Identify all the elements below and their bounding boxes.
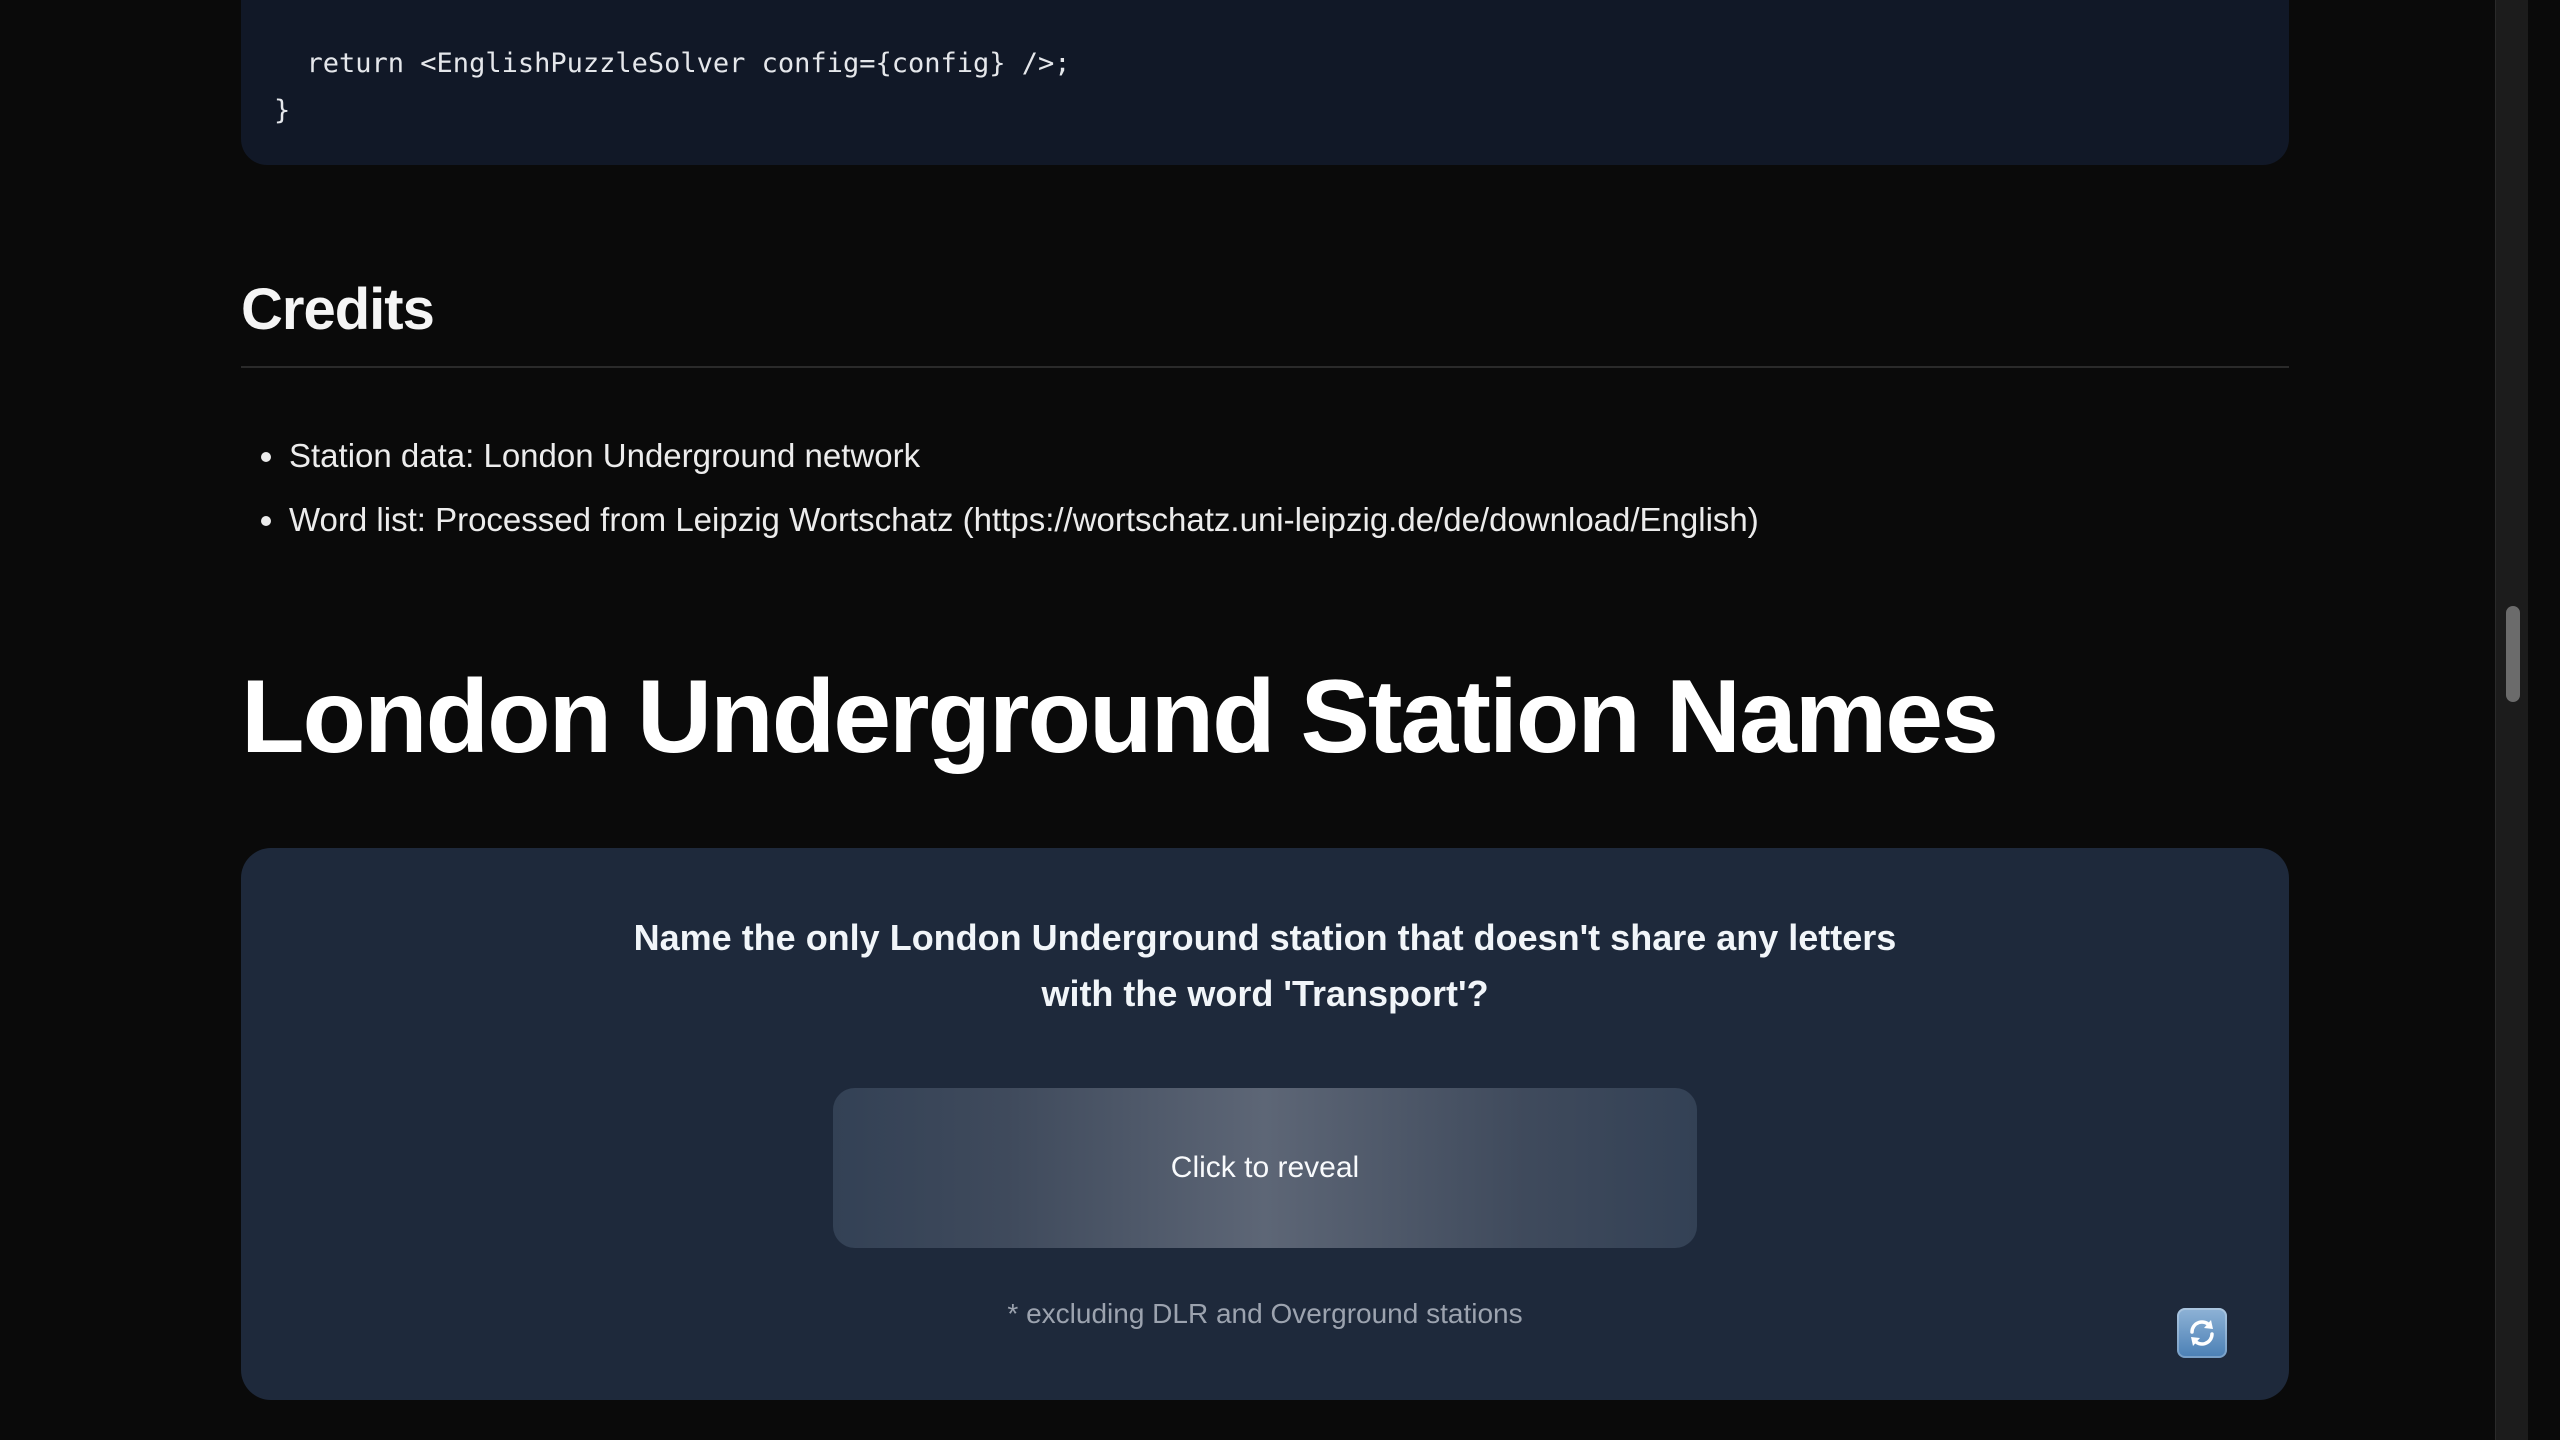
puzzle-card: Name the only London Underground station… <box>241 848 2289 1400</box>
code-block: return <EnglishPuzzleSolver config={conf… <box>241 0 2289 165</box>
question-line: Name the only London Underground station… <box>633 917 1897 958</box>
credits-heading: Credits <box>241 277 435 342</box>
refresh-button[interactable] <box>2177 1308 2227 1358</box>
reveal-answer-button[interactable]: Click to reveal <box>833 1088 1697 1248</box>
refresh-icon <box>2190 1320 2214 1346</box>
list-item: Word list: Processed from Leipzig Wortsc… <box>241 494 1759 558</box>
credit-text: Word list: Processed from Leipzig Wortsc… <box>289 501 1759 538</box>
credit-text: Station data: London Underground network <box>289 437 921 474</box>
scrollbar[interactable] <box>2495 0 2528 1440</box>
puzzle-question: Name the only London Underground station… <box>615 910 1915 1022</box>
code-line: } <box>274 95 291 126</box>
question-line: with the word 'Transport'? <box>1041 973 1489 1014</box>
page: return <EnglishPuzzleSolver config={conf… <box>0 0 2528 1440</box>
list-item: Station data: London Underground network <box>241 430 1759 494</box>
footnote: * excluding DLR and Overground stations <box>1007 1298 1523 1329</box>
heading-divider <box>241 366 2289 368</box>
code-line: return <EnglishPuzzleSolver config={conf… <box>274 48 1071 79</box>
credits-list: Station data: London Underground network… <box>241 430 1759 558</box>
section-title: London Underground Station Names <box>241 659 1999 775</box>
scrollbar-thumb[interactable] <box>2506 606 2520 702</box>
bullet-icon <box>261 516 271 526</box>
bullet-icon <box>261 452 271 462</box>
